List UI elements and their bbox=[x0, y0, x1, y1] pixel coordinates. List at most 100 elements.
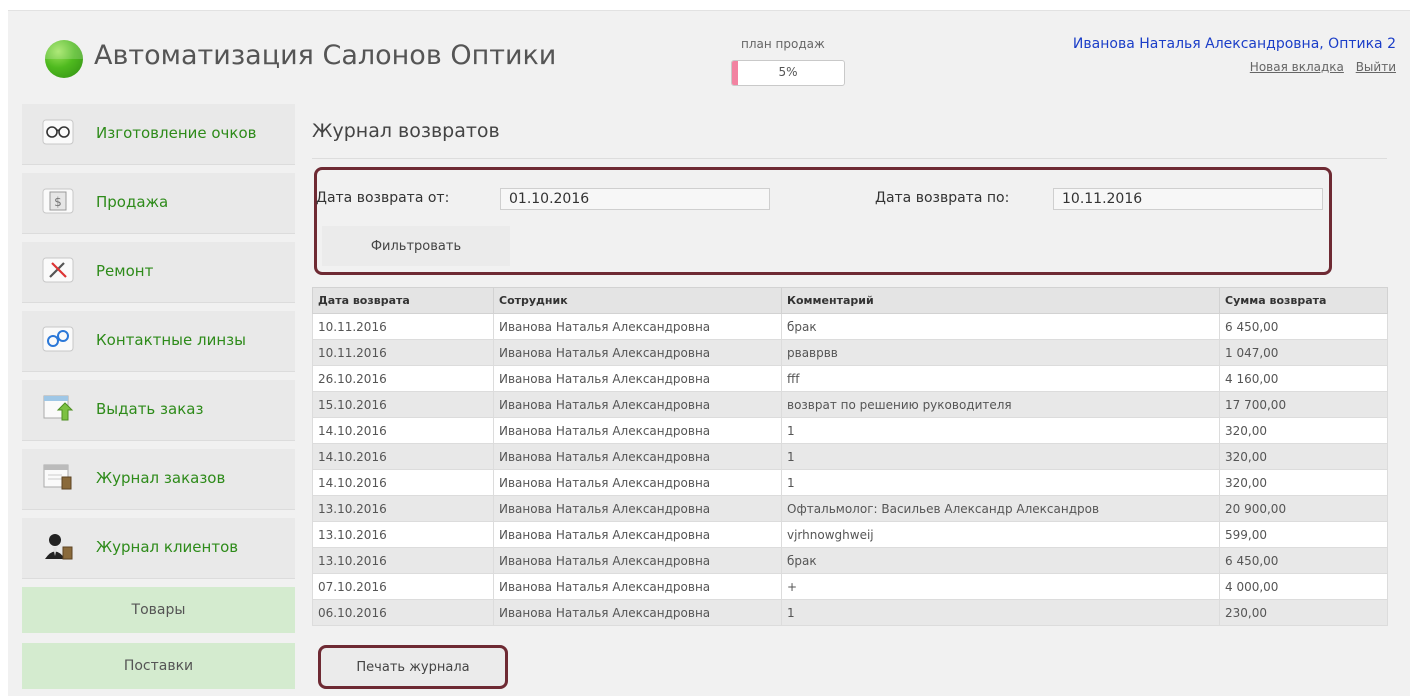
table-cell: Иванова Наталья Александровна bbox=[493, 339, 782, 366]
sidebar-item-orders-journal[interactable]: Журнал заказов bbox=[22, 449, 295, 510]
filter-button[interactable]: Фильтровать bbox=[322, 226, 510, 266]
clients-journal-icon bbox=[42, 532, 74, 560]
table-row[interactable]: 06.10.2016 Иванова Наталья Александровна 1… bbox=[312, 599, 1388, 626]
table-cell: 1 bbox=[781, 417, 1220, 444]
column-header[interactable]: Комментарий bbox=[781, 287, 1220, 314]
table-cell: 14.10.2016 bbox=[312, 469, 494, 496]
new-tab-link[interactable]: Новая вкладка bbox=[1250, 60, 1344, 74]
sidebar-item-label: Изготовление очков bbox=[96, 124, 257, 142]
table-body: 10.11.2016 Иванова Наталья Александровна б… bbox=[312, 313, 1388, 626]
table-cell: 10.11.2016 bbox=[312, 313, 494, 340]
table-header-row: Дата возврата Сотрудник Комментарий Сумм… bbox=[312, 287, 1388, 314]
table-cell: брак bbox=[781, 313, 1220, 340]
table-cell: 15.10.2016 bbox=[312, 391, 494, 418]
table-cell: Иванова Наталья Александровна bbox=[493, 599, 782, 626]
table-row[interactable]: 13.10.2016 Иванова Наталья Александровна v… bbox=[312, 521, 1388, 548]
sidebar-item-goods[interactable]: Товары bbox=[22, 587, 295, 633]
table-cell: 10.11.2016 bbox=[312, 339, 494, 366]
sidebar-item-label: Журнал клиентов bbox=[96, 538, 239, 556]
divider bbox=[312, 158, 1387, 159]
table-cell: 14.10.2016 bbox=[312, 443, 494, 470]
sidebar-item-label: Контактные линзы bbox=[96, 331, 246, 349]
app-title: Автоматизация Салонов Оптики bbox=[94, 40, 557, 71]
table-cell: Иванова Наталья Александровна bbox=[493, 547, 782, 574]
table-cell: 4 160,00 bbox=[1219, 365, 1388, 392]
table-row[interactable]: 14.10.2016 Иванова Наталья Александровна 1… bbox=[312, 417, 1388, 444]
orders-journal-icon bbox=[42, 463, 74, 491]
glasses-icon bbox=[42, 118, 74, 146]
table-cell: Иванова Наталья Александровна bbox=[493, 417, 782, 444]
column-header[interactable]: Сотрудник bbox=[493, 287, 782, 314]
table-cell: 1 bbox=[781, 443, 1220, 470]
table-cell: 6 450,00 bbox=[1219, 313, 1388, 340]
table-cell: 20 900,00 bbox=[1219, 495, 1388, 522]
table-cell: Иванова Наталья Александровна bbox=[493, 495, 782, 522]
sidebar-item-issue-order[interactable]: Выдать заказ bbox=[22, 380, 295, 441]
page-title: Журнал возвратов bbox=[312, 120, 500, 142]
table-cell: 13.10.2016 bbox=[312, 547, 494, 574]
svg-text:$: $ bbox=[54, 195, 62, 209]
table-cell: + bbox=[781, 573, 1220, 600]
sidebar-item-contact-lenses[interactable]: Контактные линзы bbox=[22, 311, 295, 372]
sidebar-item-label: Продажа bbox=[96, 193, 169, 211]
table-row[interactable]: 26.10.2016 Иванова Наталья Александровна f… bbox=[312, 365, 1388, 392]
table-cell: 320,00 bbox=[1219, 417, 1388, 444]
repair-icon bbox=[42, 256, 74, 284]
table-cell: 13.10.2016 bbox=[312, 521, 494, 548]
date-from-label: Дата возврата от: bbox=[316, 190, 450, 206]
date-to-input[interactable] bbox=[1053, 188, 1323, 210]
table-cell: 13.10.2016 bbox=[312, 495, 494, 522]
date-from-input[interactable] bbox=[500, 188, 770, 210]
returns-table: Дата возврата Сотрудник Комментарий Сумм… bbox=[312, 287, 1388, 626]
table-cell: 599,00 bbox=[1219, 521, 1388, 548]
table-cell: Иванова Наталья Александровна bbox=[493, 469, 782, 496]
table-row[interactable]: 14.10.2016 Иванова Наталья Александровна 1… bbox=[312, 469, 1388, 496]
table-cell: Иванова Наталья Александровна bbox=[493, 365, 782, 392]
table-row[interactable]: 13.10.2016 Иванова Наталья Александровна б… bbox=[312, 547, 1388, 574]
table-row[interactable]: 10.11.2016 Иванова Наталья Александровна б… bbox=[312, 313, 1388, 340]
table-cell: fff bbox=[781, 365, 1220, 392]
print-journal-button[interactable]: Печать журнала bbox=[318, 645, 508, 689]
table-cell: 07.10.2016 bbox=[312, 573, 494, 600]
column-header[interactable]: Дата возврата bbox=[312, 287, 494, 314]
table-row[interactable]: 13.10.2016 Иванова Наталья Александровна О… bbox=[312, 495, 1388, 522]
logout-link[interactable]: Выйти bbox=[1356, 60, 1396, 74]
header-links: Новая вкладка Выйти bbox=[1242, 60, 1396, 74]
table-cell: vjrhnowghweij bbox=[781, 521, 1220, 548]
contact-lens-icon bbox=[42, 325, 74, 353]
table-cell: возврат по решению руководителя bbox=[781, 391, 1220, 418]
column-header[interactable]: Сумма возврата bbox=[1219, 287, 1388, 314]
table-cell: Иванова Наталья Александровна bbox=[493, 391, 782, 418]
sidebar-item-sale[interactable]: $ Продажа bbox=[22, 173, 295, 234]
sidebar-item-clients-journal[interactable]: Журнал клиентов bbox=[22, 518, 295, 579]
table-cell: Иванова Наталья Александровна bbox=[493, 443, 782, 470]
table-cell: 17 700,00 bbox=[1219, 391, 1388, 418]
table-cell: 1 bbox=[781, 599, 1220, 626]
table-cell: Офтальмолог: Васильев Александр Александ… bbox=[781, 495, 1220, 522]
sales-plan-value: 5% bbox=[778, 65, 798, 79]
cash-icon: $ bbox=[42, 187, 74, 215]
user-name[interactable]: Иванова Наталья Александровна, Оптика 2 bbox=[1073, 36, 1396, 52]
date-to-label: Дата возврата по: bbox=[875, 190, 1010, 206]
table-cell: Иванова Наталья Александровна bbox=[493, 573, 782, 600]
issue-order-icon bbox=[42, 394, 74, 422]
sidebar-item-glasses[interactable]: Изготовление очков bbox=[22, 104, 295, 165]
table-row[interactable]: 10.11.2016 Иванова Наталья Александровна р… bbox=[312, 339, 1388, 366]
sidebar-item-label: Выдать заказ bbox=[96, 400, 204, 418]
sidebar-item-label: Ремонт bbox=[96, 262, 154, 280]
table-row[interactable]: 15.10.2016 Иванова Наталья Александровна в… bbox=[312, 391, 1388, 418]
table-cell: 1 047,00 bbox=[1219, 339, 1388, 366]
table-cell: Иванова Наталья Александровна bbox=[493, 313, 782, 340]
table-cell: 320,00 bbox=[1219, 469, 1388, 496]
table-row[interactable]: 14.10.2016 Иванова Наталья Александровна 1… bbox=[312, 443, 1388, 470]
table-row[interactable]: 07.10.2016 Иванова Наталья Александровна +… bbox=[312, 573, 1388, 600]
table-cell: 230,00 bbox=[1219, 599, 1388, 626]
table-cell: Иванова Наталья Александровна bbox=[493, 521, 782, 548]
table-cell: 6 450,00 bbox=[1219, 547, 1388, 574]
sidebar-item-label: Журнал заказов bbox=[96, 469, 226, 487]
sidebar-item-deliveries[interactable]: Поставки bbox=[22, 643, 295, 689]
sidebar-item-repair[interactable]: Ремонт bbox=[22, 242, 295, 303]
table-cell: 1 bbox=[781, 469, 1220, 496]
table-cell: брак bbox=[781, 547, 1220, 574]
sales-plan-progress: 5% bbox=[731, 60, 845, 86]
